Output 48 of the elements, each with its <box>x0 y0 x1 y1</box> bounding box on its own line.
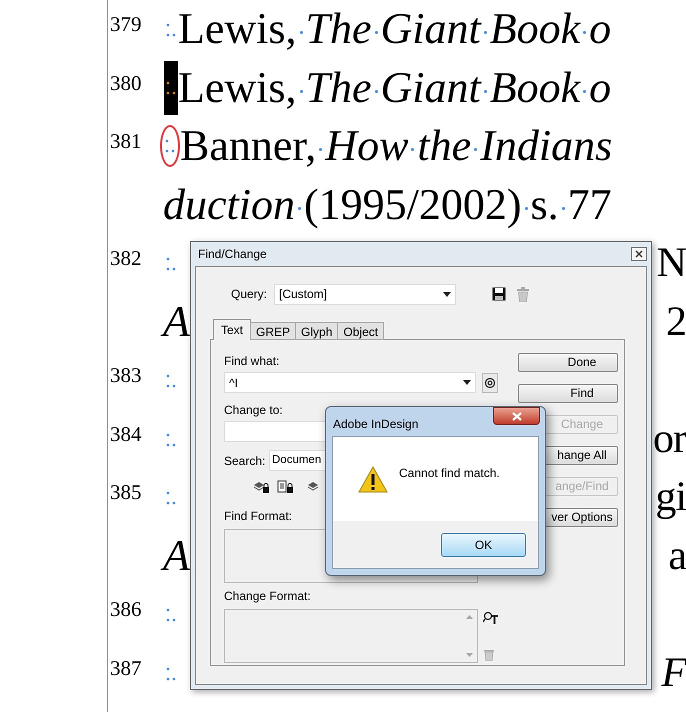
body-text: a <box>668 532 686 580</box>
document-lock-icon[interactable] <box>277 480 293 492</box>
tab[interactable]: Text <box>213 319 252 340</box>
field-label: Query: <box>231 286 268 303</box>
line-number: 382 <box>109 245 142 269</box>
tab[interactable]: GREP <box>250 322 296 340</box>
layers-lock-icon[interactable] <box>253 480 269 492</box>
field-label: Search: <box>224 452 266 470</box>
dropdown-arrow-icon[interactable] <box>443 292 451 296</box>
body-text: Banner, How the Indians <box>180 120 612 172</box>
query-dropdown[interactable]: [Custom] <box>274 284 456 304</box>
field-label: Change Format: <box>224 588 312 604</box>
close-icon[interactable] <box>635 250 643 258</box>
body-text: duction (1995/2002) s. 77 <box>163 178 612 230</box>
body-text: N <box>656 239 686 288</box>
body-text: A <box>163 292 190 350</box>
field-label: Find what: <box>224 353 280 369</box>
line-number: 381 <box>109 128 142 152</box>
body-text: 2 <box>666 298 686 346</box>
body-text: Lewis, The Giant Book o <box>178 62 612 114</box>
alert-message: Cannot find match. <box>399 465 500 482</box>
line-number: 379 <box>109 11 142 35</box>
line-number: 380 <box>109 70 142 94</box>
window-title: Adobe InDesign <box>332 416 418 433</box>
dropdown-arrow-icon[interactable] <box>463 380 471 385</box>
window-title: Find/Change <box>197 246 267 263</box>
line-number: 384 <box>109 420 142 444</box>
save-icon[interactable] <box>492 287 506 301</box>
line-number: 385 <box>109 479 142 503</box>
body-text: or <box>653 414 686 464</box>
field-label: Change to: <box>224 402 284 418</box>
line-number: 387 <box>109 654 142 678</box>
find-what-field[interactable]: ^I <box>224 372 476 393</box>
body-text: A <box>163 526 190 584</box>
dialog-button[interactable]: Find <box>518 384 618 403</box>
format-search-icon[interactable] <box>483 611 499 625</box>
tab[interactable]: Glyph <box>295 322 338 340</box>
line-number: 386 <box>109 596 142 620</box>
body-text: gi <box>655 473 686 522</box>
close-button[interactable] <box>493 407 540 425</box>
close-button[interactable] <box>631 247 647 261</box>
body-text: Lewis, The Giant Book o <box>178 3 612 55</box>
ok-button[interactable]: OK <box>441 533 526 557</box>
dialog-button[interactable]: Done <box>518 353 618 372</box>
warning-icon <box>358 466 388 492</box>
line-number: 383 <box>109 362 142 386</box>
field-label: Find Format: <box>224 508 294 524</box>
tab[interactable]: Object <box>337 322 384 340</box>
